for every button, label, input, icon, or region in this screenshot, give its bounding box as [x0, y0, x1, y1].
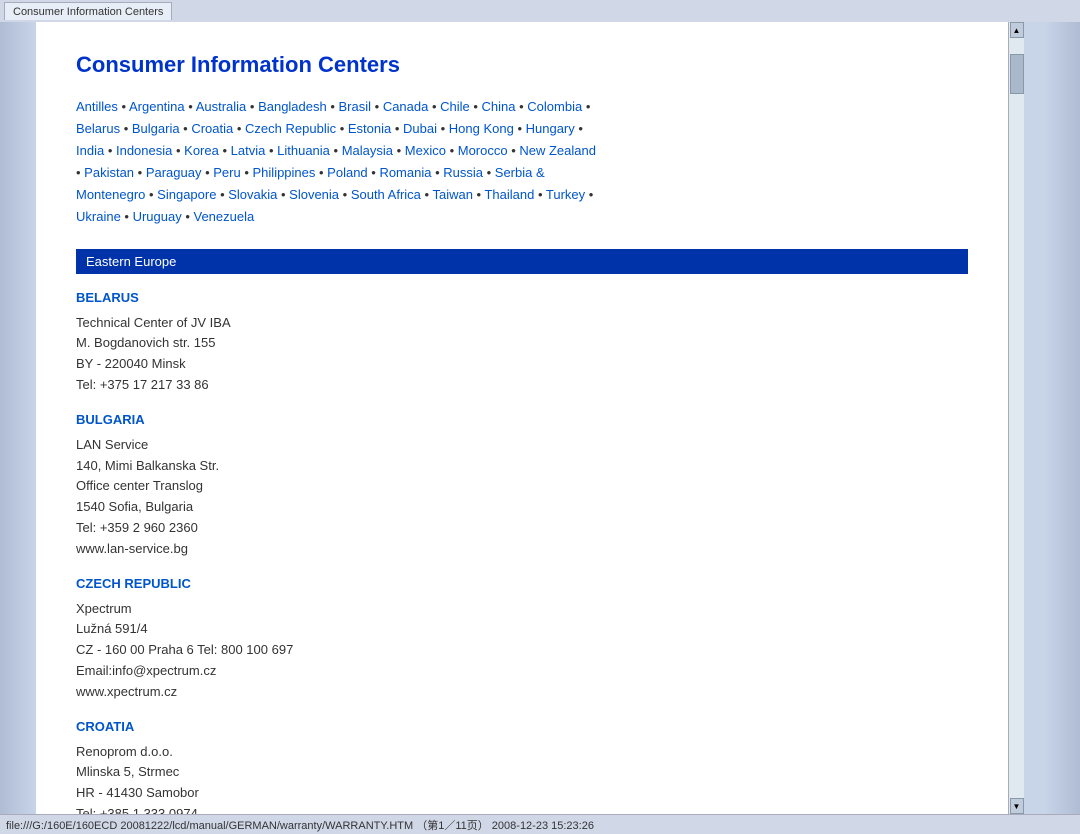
- link-peru[interactable]: Peru: [213, 165, 240, 180]
- link-czech-republic[interactable]: Czech Republic: [245, 121, 336, 136]
- status-bar: file:///G:/160E/160ECD 20081222/lcd/manu…: [0, 814, 1080, 834]
- link-estonia[interactable]: Estonia: [348, 121, 391, 136]
- country-title-croatia: CROATIA: [76, 719, 968, 734]
- scroll-down-arrow[interactable]: ▼: [1010, 798, 1024, 814]
- link-morocco[interactable]: Morocco: [458, 143, 508, 158]
- scrollbar-thumb[interactable]: [1010, 54, 1024, 94]
- main-layout: Consumer Information Centers Antilles • …: [0, 22, 1080, 814]
- right-sidebar-inner: [1024, 22, 1044, 814]
- link-taiwan[interactable]: Taiwan: [432, 187, 472, 202]
- scrollbar[interactable]: ▲ ▼: [1008, 22, 1024, 814]
- link-india[interactable]: India: [76, 143, 104, 158]
- link-hungary[interactable]: Hungary: [526, 121, 575, 136]
- link-turkey[interactable]: Turkey: [546, 187, 585, 202]
- link-paraguay[interactable]: Paraguay: [146, 165, 202, 180]
- link-venezuela[interactable]: Venezuela: [194, 209, 255, 224]
- links-section: Antilles • Argentina • Australia • Bangl…: [76, 96, 968, 229]
- content-area[interactable]: Consumer Information Centers Antilles • …: [36, 22, 1008, 814]
- tab-label: Consumer Information Centers: [13, 6, 163, 18]
- link-slovakia[interactable]: Slovakia: [228, 187, 277, 202]
- link-slovenia[interactable]: Slovenia: [289, 187, 339, 202]
- scroll-up-arrow[interactable]: ▲: [1010, 22, 1024, 38]
- link-bulgaria[interactable]: Bulgaria: [132, 121, 180, 136]
- link-russia[interactable]: Russia: [443, 165, 483, 180]
- link-belarus[interactable]: Belarus: [76, 121, 120, 136]
- country-info-czech: Xpectrum Lužná 591/4 CZ - 160 00 Praha 6…: [76, 599, 968, 703]
- link-ukraine[interactable]: Ukraine: [76, 209, 121, 224]
- link-mexico[interactable]: Mexico: [405, 143, 446, 158]
- link-south-africa[interactable]: South Africa: [351, 187, 421, 202]
- country-title-bulgaria: BULGARIA: [76, 412, 968, 427]
- link-lithuania[interactable]: Lithuania: [277, 143, 330, 158]
- status-text: file:///G:/160E/160ECD 20081222/lcd/manu…: [6, 817, 594, 833]
- link-australia[interactable]: Australia: [196, 99, 247, 114]
- link-latvia[interactable]: Latvia: [231, 143, 266, 158]
- link-bangladesh[interactable]: Bangladesh: [258, 99, 327, 114]
- country-title-czech: CZECH REPUBLIC: [76, 576, 968, 591]
- link-chile[interactable]: Chile: [440, 99, 470, 114]
- page-title: Consumer Information Centers: [76, 52, 968, 78]
- right-sidebar-outer: [1044, 22, 1080, 814]
- link-antilles[interactable]: Antilles: [76, 99, 118, 114]
- link-singapore[interactable]: Singapore: [157, 187, 216, 202]
- link-brasil[interactable]: Brasil: [339, 99, 372, 114]
- link-thailand[interactable]: Thailand: [484, 187, 534, 202]
- link-dubai[interactable]: Dubai: [403, 121, 437, 136]
- link-croatia[interactable]: Croatia: [191, 121, 233, 136]
- country-info-bulgaria: LAN Service 140, Mimi Balkanska Str. Off…: [76, 435, 968, 560]
- link-hong-kong[interactable]: Hong Kong: [449, 121, 514, 136]
- link-romania[interactable]: Romania: [379, 165, 431, 180]
- link-malaysia[interactable]: Malaysia: [342, 143, 393, 158]
- link-canada[interactable]: Canada: [383, 99, 429, 114]
- link-pakistan[interactable]: Pakistan: [84, 165, 134, 180]
- link-philippines[interactable]: Philippines: [253, 165, 316, 180]
- browser-tab[interactable]: Consumer Information Centers: [4, 2, 172, 20]
- link-china[interactable]: China: [482, 99, 516, 114]
- country-info-belarus: Technical Center of JV IBA M. Bogdanovic…: [76, 313, 968, 396]
- left-sidebar: [0, 22, 36, 814]
- link-colombia[interactable]: Colombia: [527, 99, 582, 114]
- link-argentina[interactable]: Argentina: [129, 99, 185, 114]
- link-korea[interactable]: Korea: [184, 143, 219, 158]
- link-poland[interactable]: Poland: [327, 165, 367, 180]
- link-indonesia[interactable]: Indonesia: [116, 143, 172, 158]
- link-new-zealand[interactable]: New Zealand: [519, 143, 596, 158]
- country-info-croatia: Renoprom d.o.o. Mlinska 5, Strmec HR - 4…: [76, 742, 968, 814]
- country-title-belarus: BELARUS: [76, 290, 968, 305]
- browser-window: Consumer Information Centers Consumer In…: [0, 0, 1080, 834]
- link-uruguay[interactable]: Uruguay: [133, 209, 182, 224]
- section-header: Eastern Europe: [76, 249, 968, 274]
- tab-bar: Consumer Information Centers: [0, 0, 1080, 22]
